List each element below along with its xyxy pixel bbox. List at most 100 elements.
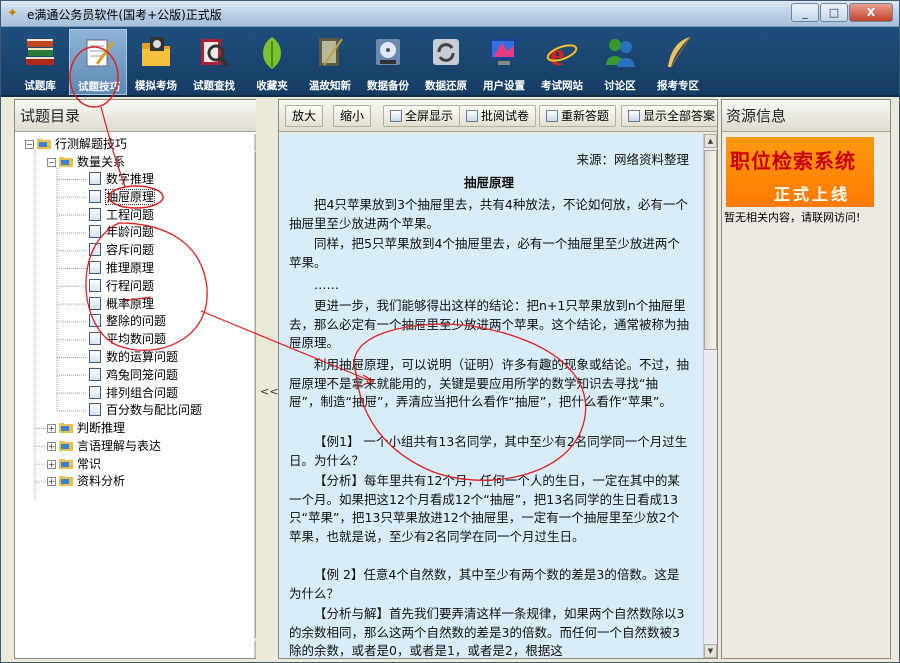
tree-leaf[interactable]: 整除的问题	[89, 313, 166, 330]
folder-open-icon	[59, 157, 73, 167]
banner-subline: 正式上线	[774, 185, 851, 204]
tree-node-root[interactable]: − 行测解题技巧	[25, 136, 127, 153]
minimize-button[interactable]: _	[791, 3, 819, 22]
expand-icon[interactable]: +	[47, 459, 56, 469]
tree-leaf[interactable]: 数的运算问题	[89, 349, 178, 366]
toolbar-review[interactable]: 温故知新	[301, 29, 359, 95]
expand-icon[interactable]: +	[47, 477, 56, 487]
tree-leaf[interactable]: 容斥问题	[89, 242, 154, 259]
toolbar-label: 试题技巧	[78, 81, 120, 93]
panel-splitter[interactable]: <<	[256, 99, 278, 659]
toolbar-user-settings[interactable]: 用户设置	[475, 29, 533, 95]
article-paragraph: 利用抽屉原理，可以说明（证明）许多有趣的现象或结论。不过，抽屉原理不是拿来就能用…	[289, 357, 690, 409]
main-toolbar: 试题库 试题技巧 模拟考场 试题查找 收藏夹 温故知新 数据备份 数据还原 用户…	[1, 27, 899, 97]
folder-icon	[59, 423, 73, 433]
toolbar-question-skills[interactable]: 试题技巧	[69, 29, 127, 95]
tree-leaf[interactable]: 抽屉原理	[89, 188, 156, 206]
scroll-up-arrow-icon[interactable]: ▲	[704, 134, 717, 148]
document-icon	[89, 189, 101, 203]
quill-icon	[668, 36, 691, 68]
article-paragraph: 把4只苹果放到3个抽屉里去，共有4种放法，不论如何放，必有一个抽屉里至少放进两个…	[289, 197, 688, 231]
scroll-down-arrow-icon[interactable]: ▼	[704, 644, 717, 658]
article-scrollbar[interactable]: ▲ ▼	[703, 134, 717, 658]
toolbar-label: 温故知新	[309, 80, 351, 92]
grade-paper-button[interactable]: 批阅试卷	[459, 105, 537, 127]
article-content: 来源：网络资料整理 抽屉原理 把4只苹果放到3个抽屉里去，共有4种放法，不论如何…	[279, 134, 704, 658]
collapse-icon[interactable]: −	[47, 158, 56, 167]
tree-leaf[interactable]: 概率原理	[89, 296, 154, 313]
tree-node-category[interactable]: + 常识	[47, 456, 101, 473]
tree-leaf[interactable]: 平均数问题	[89, 331, 166, 348]
catalog-title: 试题目录	[15, 100, 271, 132]
tree-leaf[interactable]: 行程问题	[89, 278, 154, 295]
document-icon	[89, 243, 101, 257]
show-all-answers-button[interactable]: 显示全部答案	[621, 105, 717, 127]
job-search-banner[interactable]: 职位检索系统 正式上线	[726, 137, 874, 207]
resource-panel: 资源信息 职位检索系统 正式上线 暂无相关内容，请联网访问!	[721, 99, 891, 659]
banner-headline: 职位检索系统	[730, 149, 856, 173]
article-panel: 放大 缩小 全屏显示 批阅试卷 重新答题 显示全部答案 来源：网络资料整理 抽屉…	[278, 99, 718, 659]
folder-icon	[59, 458, 73, 469]
article-paragraph: ……	[314, 277, 339, 292]
tree-leaf[interactable]: 推理原理	[89, 260, 154, 277]
toolbar-label: 用户设置	[483, 80, 525, 92]
tree-node-category[interactable]: + 资料分析	[47, 473, 125, 490]
zoom-out-button[interactable]: 缩小	[333, 105, 372, 127]
article-source: 来源：网络资料整理	[576, 152, 689, 167]
maximize-button[interactable]: □	[820, 3, 848, 22]
monitor-icon	[490, 39, 516, 65]
expand-icon[interactable]: +	[47, 441, 56, 451]
document-icon	[89, 261, 101, 274]
toolbar-backup[interactable]: 数据备份	[359, 29, 417, 95]
article-toolbar: 放大 缩小 全屏显示 批阅试卷 重新答题 显示全部答案	[279, 100, 717, 132]
document-icon	[89, 172, 101, 185]
catalog-tree: − 行测解题技巧 − 数量关系 数字推理 抽屉原理 工程问题 年龄问题 容斥问题 推理原理 行程…	[15, 134, 255, 658]
toolbar-question-bank[interactable]: 试题库	[11, 29, 69, 95]
answers-icon	[628, 110, 640, 122]
app-window: ✦ e满通公务员软件(国考+公版)正式版 _ □ X 试题库 试题技巧 模拟考场…	[0, 0, 900, 663]
toolbar-label: 试题库	[24, 80, 56, 92]
toolbar-exam-website[interactable]: e 考试网站	[533, 29, 591, 95]
toolbar-label: 讨论区	[604, 80, 636, 92]
tree-leaf[interactable]: 数字推理	[89, 171, 154, 188]
tree-node-category[interactable]: + 判断推理	[47, 420, 125, 437]
document-icon	[89, 296, 101, 310]
fullscreen-icon	[390, 110, 402, 122]
tree-leaf[interactable]: 工程问题	[89, 207, 154, 224]
folder-icon	[142, 37, 170, 66]
folder-open-icon	[37, 139, 51, 149]
document-icon	[89, 403, 101, 417]
ie-icon: e	[546, 36, 578, 71]
restore-icon	[433, 39, 459, 65]
scroll-thumb[interactable]	[704, 150, 717, 350]
reanswer-button[interactable]: 重新答题	[539, 105, 617, 127]
zoom-in-button[interactable]: 放大	[285, 105, 324, 127]
close-button[interactable]: X	[849, 3, 893, 22]
expand-icon[interactable]: +	[47, 424, 56, 433]
toolbar-label: 试题查找	[193, 80, 235, 92]
leaf-icon	[263, 37, 281, 69]
toolbar-mock-exam[interactable]: 模拟考场	[127, 29, 185, 95]
toolbar-registration[interactable]: 报考专区	[649, 29, 707, 95]
window-controls: _ □ X	[790, 3, 893, 22]
tree-node-category[interactable]: + 言语理解与表达	[47, 438, 161, 455]
document-icon	[89, 332, 101, 346]
tree-leaf[interactable]: 排列组合问题	[89, 385, 178, 402]
toolbar-forum[interactable]: 讨论区	[591, 29, 649, 95]
fullscreen-button[interactable]: 全屏显示	[383, 105, 461, 127]
document-icon	[89, 278, 101, 292]
document-icon	[89, 385, 101, 399]
document-icon	[89, 225, 101, 239]
collapse-icon[interactable]: −	[25, 140, 34, 149]
tree-node-group[interactable]: − 数量关系	[47, 154, 125, 171]
article-paragraph: 【分析】每年里共有12个月，任何一个人的生日，一定在其中的某一个月。如果把这12…	[289, 473, 680, 544]
tree-leaf[interactable]: 鸡兔同笼问题	[89, 367, 178, 384]
folder-icon	[59, 476, 73, 487]
toolbar-restore[interactable]: 数据还原	[417, 29, 475, 95]
collapse-panel-icon[interactable]: <<	[260, 385, 278, 398]
tree-leaf[interactable]: 年龄问题	[89, 224, 154, 241]
title-bar: ✦ e满通公务员软件(国考+公版)正式版 _ □ X	[1, 1, 899, 27]
tree-leaf[interactable]: 百分数与配比问题	[89, 402, 202, 419]
toolbar-question-search[interactable]: 试题查找	[185, 29, 243, 95]
toolbar-favorites[interactable]: 收藏夹	[243, 29, 301, 95]
